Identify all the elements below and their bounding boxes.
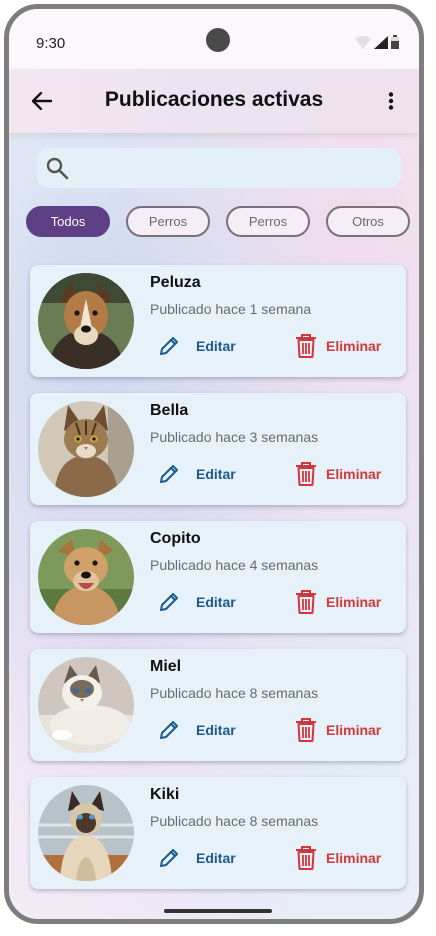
signal-icon xyxy=(374,36,388,49)
delete-label: Eliminar xyxy=(326,466,382,482)
delete-button[interactable]: Eliminar xyxy=(295,334,381,358)
pet-photo xyxy=(38,401,134,497)
pencil-icon xyxy=(160,849,178,867)
status-icons xyxy=(355,35,399,49)
post-list: Peluza Publicado hace 1 semana Editar El… xyxy=(30,265,406,905)
home-indicator[interactable] xyxy=(164,909,272,913)
edit-label: Editar xyxy=(196,466,236,482)
trash-icon xyxy=(296,846,316,870)
search-icon xyxy=(46,157,69,180)
camera-cutout xyxy=(206,28,230,52)
more-options-button[interactable] xyxy=(379,86,403,116)
post-card: Kiki Publicado hace 8 semanas Editar Eli… xyxy=(30,777,406,889)
edit-button[interactable]: Editar xyxy=(158,719,236,741)
filter-chip-perros[interactable]: Perros xyxy=(126,206,210,237)
delete-label: Eliminar xyxy=(326,338,382,354)
delete-button[interactable]: Eliminar xyxy=(295,846,381,870)
delete-button[interactable]: Eliminar xyxy=(295,590,381,614)
pet-name: Copito xyxy=(150,530,201,547)
delete-button[interactable]: Eliminar xyxy=(295,462,381,486)
pet-photo xyxy=(38,273,134,369)
filter-chip-perros-2[interactable]: Perros xyxy=(226,206,310,237)
wifi-icon xyxy=(355,36,371,49)
search-input[interactable] xyxy=(79,148,393,190)
battery-icon xyxy=(391,35,399,49)
edit-button[interactable]: Editar xyxy=(158,463,236,485)
post-date: Publicado hace 4 semanas xyxy=(150,557,319,573)
trash-icon xyxy=(296,718,316,742)
trash-icon xyxy=(296,334,316,358)
filter-chips: Todos Perros Perros Otros xyxy=(26,206,410,237)
post-date: Publicado hace 1 semana xyxy=(150,301,312,317)
pet-name: Kiki xyxy=(150,786,180,803)
pet-photo xyxy=(38,529,134,625)
delete-label: Eliminar xyxy=(326,722,382,738)
filter-chip-todos[interactable]: Todos xyxy=(26,206,110,237)
pencil-icon xyxy=(160,337,178,355)
edit-label: Editar xyxy=(196,594,236,610)
phone-frame: 9:30 Publicaciones activas Todos Perros … xyxy=(4,4,424,924)
post-card: Miel Publicado hace 8 semanas Editar Eli… xyxy=(30,649,406,761)
pencil-icon xyxy=(160,593,178,611)
delete-label: Eliminar xyxy=(326,850,382,866)
pencil-icon xyxy=(160,465,178,483)
pet-photo xyxy=(38,785,134,881)
pet-photo xyxy=(38,657,134,753)
post-card: Copito Publicado hace 4 semanas Editar E… xyxy=(30,521,406,633)
trash-icon xyxy=(296,590,316,614)
edit-label: Editar xyxy=(196,722,236,738)
filter-chip-otros[interactable]: Otros xyxy=(326,206,410,237)
page-title: Publicaciones activas xyxy=(104,88,324,111)
edit-button[interactable]: Editar xyxy=(158,847,236,869)
trash-icon xyxy=(296,462,316,486)
pet-name: Bella xyxy=(150,402,189,419)
edit-button[interactable]: Editar xyxy=(158,335,236,357)
status-bar: 9:30 xyxy=(9,9,419,69)
edit-button[interactable]: Editar xyxy=(158,591,236,613)
pet-name: Miel xyxy=(150,658,182,675)
post-card: Peluza Publicado hace 1 semana Editar El… xyxy=(30,265,406,377)
more-vert-icon xyxy=(388,92,394,110)
post-date: Publicado hace 8 semanas xyxy=(150,813,319,829)
app-bar: Publicaciones activas xyxy=(9,69,419,133)
pet-name: Peluza xyxy=(150,274,201,291)
post-date: Publicado hace 8 semanas xyxy=(150,685,319,701)
post-card: Bella Publicado hace 3 semanas Editar El… xyxy=(30,393,406,505)
delete-label: Eliminar xyxy=(326,594,382,610)
delete-button[interactable]: Eliminar xyxy=(295,718,381,742)
pencil-icon xyxy=(160,721,178,739)
edit-label: Editar xyxy=(196,338,236,354)
status-time: 9:30 xyxy=(36,35,66,52)
edit-label: Editar xyxy=(196,850,236,866)
search-bar[interactable] xyxy=(37,148,401,190)
post-date: Publicado hace 3 semanas xyxy=(150,429,319,445)
